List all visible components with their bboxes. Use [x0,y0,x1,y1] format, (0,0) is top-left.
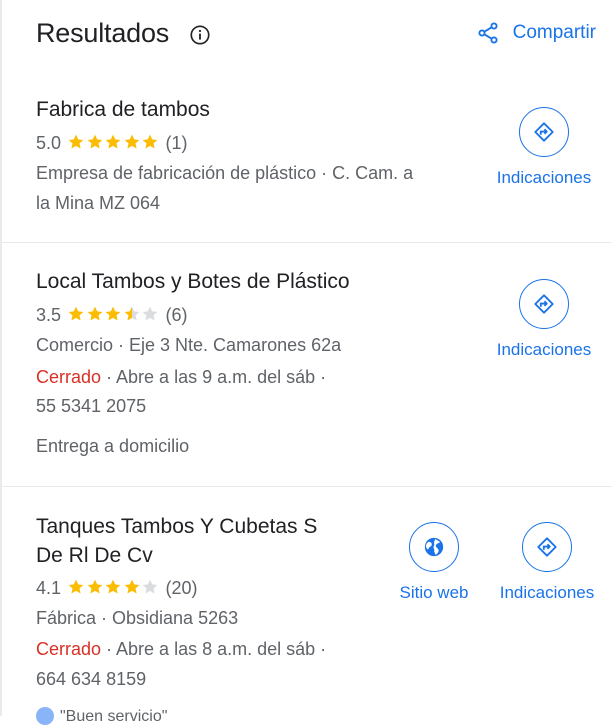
phone-number: 55 5341 2075 [36,396,147,416]
directions-label: Indicaciones [499,583,595,602]
star-icon [68,306,84,321]
directions-button[interactable]: Indicaciones [494,279,594,360]
star-rating [67,578,160,596]
result-name[interactable]: Tanques Tambos Y Cubetas S [36,512,317,541]
hours-row: Cerrado · Abre a las 8 a.m. del sáb · [36,637,326,661]
star-icon [124,579,139,594]
result-name-continued[interactable]: De Rl De Cv [36,541,153,570]
closed-status: Cerrado [36,367,102,387]
star-icon [68,579,84,594]
directions-icon-circle [522,522,572,572]
review-snippet-text: "Buen servicio" [60,708,168,725]
star-rating [67,305,160,323]
rating-value: 4.1 [36,578,62,598]
website-button[interactable]: Sitio web [384,522,484,603]
star-icon [105,579,121,594]
reviewer-avatar [36,707,54,725]
result-divider [0,242,612,243]
star-icon [68,134,84,149]
review-count[interactable]: (6) [166,305,188,325]
share-icon [478,22,498,44]
share-label: Compartir [512,22,596,43]
star-icon [124,134,139,149]
directions-button[interactable]: Indicaciones [497,522,597,603]
directions-label: Indicaciones [496,168,592,187]
category-address: Empresa de fabricación de plástico · C. … [36,163,414,183]
opening-hours: · Abre a las 9 a.m. del sáb · [101,367,327,387]
rating-value: 3.5 [36,305,62,325]
globe-icon [424,537,444,557]
opening-hours: · Abre a las 8 a.m. del sáb · [101,639,327,659]
directions-icon [534,122,554,142]
result-divider [0,486,612,487]
star-rating [67,133,160,151]
rating-value: 5.0 [36,133,62,153]
page-title: Resultados [36,18,170,48]
star-icon [105,134,121,149]
star-icon [87,134,102,149]
panel-left-border [0,0,2,716]
website-label: Sitio web [399,583,469,602]
category-address: Fábrica · Obsidiana 5263 [36,608,239,628]
result-name[interactable]: Local Tambos y Botes de Plástico [36,267,350,296]
closed-status: Cerrado [36,639,102,659]
directions-icon-circle [519,107,569,157]
star-icon [142,579,158,594]
rating-row: 5.0 (1) [36,131,188,155]
website-icon-circle [409,522,459,572]
hours-row: Cerrado · Abre a las 9 a.m. del sáb · [36,365,326,389]
directions-icon-circle [519,279,569,329]
info-icon[interactable] [189,24,211,46]
directions-icon [537,537,557,557]
star-icon [87,579,102,594]
results-header: Resultados Compartir [36,18,596,58]
phone-number: 664 634 8159 [36,669,147,689]
review-count[interactable]: (20) [166,578,198,598]
review-count[interactable]: (1) [166,133,188,153]
address-continued: la Mina MZ 064 [36,193,161,213]
star-icon [142,306,158,321]
service-option: Entrega a domicilio [36,436,190,456]
directions-icon [534,294,554,314]
star-icon [105,306,121,321]
star-icon [124,306,139,321]
result-name[interactable]: Fabrica de tambos [36,95,210,124]
directions-label: Indicaciones [496,340,592,359]
rating-row: 4.1 (20) [36,576,198,600]
share-button[interactable]: Compartir [476,21,596,45]
review-snippet: "Buen servicio" [36,707,167,726]
star-icon [87,306,102,321]
star-icon [142,134,158,149]
rating-row: 3.5 (6) [36,303,188,327]
directions-button[interactable]: Indicaciones [494,107,594,188]
category-address: Comercio · Eje 3 Nte. Camarones 62a [36,335,342,355]
